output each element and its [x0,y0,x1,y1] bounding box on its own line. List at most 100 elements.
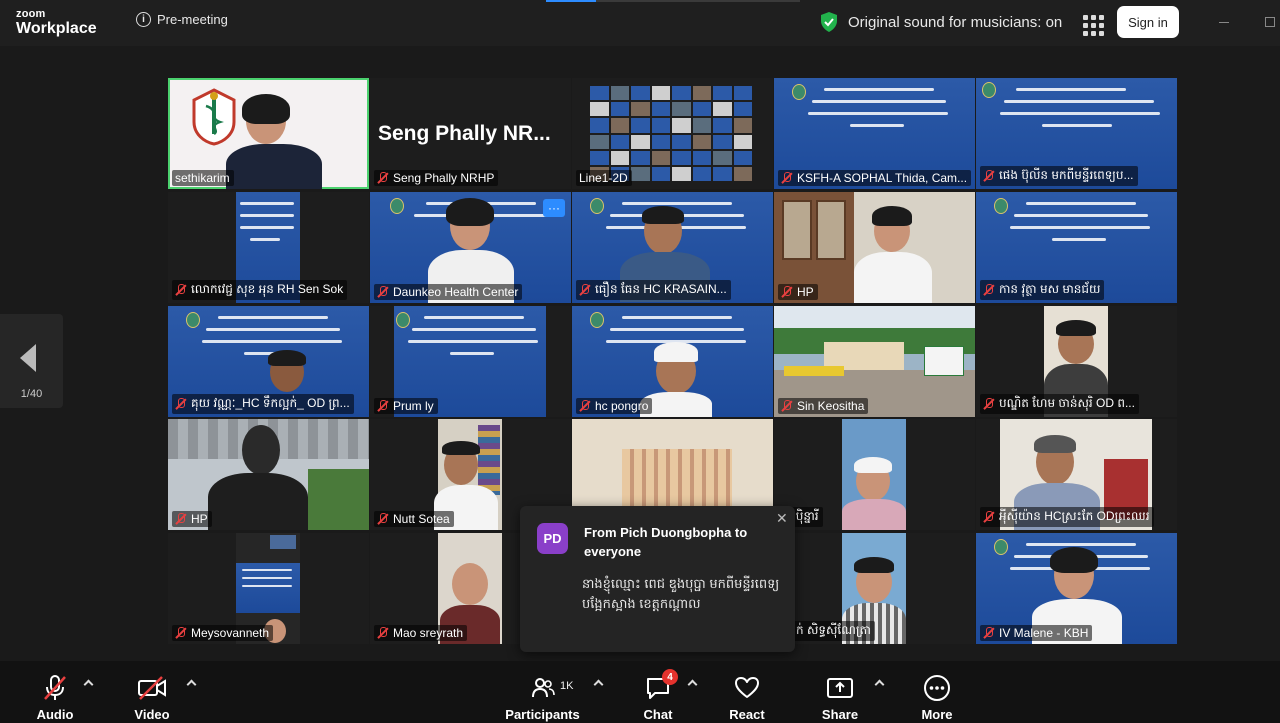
chat-notification[interactable]: PD From Pich Duongbopha to everyone នាងខ… [520,506,795,652]
muted-icon [781,400,793,412]
view-grid-icon[interactable] [1080,12,1104,36]
video-off-icon [138,676,166,700]
microphone-muted-icon [44,675,66,700]
participant-tile[interactable]: កាន វុត្ថា មស មានជ័យ [976,192,1177,303]
logo-large-text: Workplace [16,20,97,37]
share-button[interactable]: Share [820,661,860,723]
top-progress-segment [546,0,596,2]
participant-tile[interactable]: ផេង ប៊ុលីន មកពីមន្ទីរពេទ្យប... [976,78,1177,189]
more-button[interactable]: More [917,661,957,723]
original-sound-label: Original sound for musicians: on [848,13,1063,31]
participant-tile[interactable]: Seng Phally NR... Seng Phally NRHP [370,78,571,189]
muted-icon [579,284,591,296]
audio-label: Audio [36,707,74,722]
top-bar: zoom Workplace i Pre-meeting Original so… [0,0,1280,46]
participant-display-name: Seng Phally NR... [378,122,551,145]
participant-name: Meysovanneth [172,625,274,641]
muted-icon [983,284,995,296]
video-button[interactable]: Video [127,661,177,723]
chevron-left-icon [20,344,36,372]
previous-page-button[interactable]: 1/40 [0,314,63,408]
chat-options-chevron-icon[interactable] [687,679,698,690]
participant-tile[interactable]: Sin Keositha [774,306,975,417]
minimize-icon[interactable] [1219,22,1229,23]
participant-name: Prum ly [374,398,438,414]
original-sound-status[interactable]: Original sound for musicians: on [820,12,1062,32]
video-options-chevron-icon[interactable] [186,679,197,690]
muted-icon [175,627,187,639]
muted-icon [781,286,793,298]
share-options-chevron-icon[interactable] [874,679,885,690]
chat-message: នាងខ្ញុំឈ្មោះ ពេជ ឌួងបុប្ផា មកពីមន្ទីរពេ… [582,576,780,611]
participant-tile[interactable]: HP [168,419,369,530]
muted-icon [983,398,995,410]
close-icon[interactable]: ✕ [776,510,788,527]
more-dots-icon [924,675,950,701]
participant-tile[interactable]: IV Malene - KBH [976,533,1177,644]
participant-name: Daunkeo Health Center [374,284,523,300]
video-label: Video [134,707,170,722]
meeting-info[interactable]: i Pre-meeting [136,12,228,27]
participant-name: IV Malene - KBH [980,625,1093,641]
muted-icon [175,398,187,410]
sign-in-button[interactable]: Sign in [1117,6,1179,38]
participant-tile[interactable]: Line1-2D [572,78,773,189]
chat-button[interactable]: 4 Chat [638,661,678,723]
participant-name: sethikarim [172,170,234,186]
participant-name: KSFH-A SOPHAL Thida, Cam... [778,170,972,186]
participant-tile[interactable]: ធឿន ធែន HC KRASAIN... [572,192,773,303]
participant-tile[interactable]: គុយ វណ្ណៈ_HC ទឹកល្អក់_ OD ព្រ... [168,306,369,417]
more-options-button[interactable]: ··· [543,199,565,217]
participant-tile[interactable]: លោកវេជ្ជ សុខ អុន RH Sen Sok [168,192,369,303]
participant-name: ធឿន ធែន HC KRASAIN... [576,280,731,300]
participant-tile[interactable]: Meysovanneth [168,533,369,644]
participant-tile[interactable]: HP [774,192,975,303]
react-label: React [729,707,765,722]
participant-tile[interactable]: ··· Daunkeo Health Center [370,192,571,303]
chat-sender: From Pich Duongbopha to everyone [584,525,748,559]
muted-icon [175,513,187,525]
info-icon: i [136,12,151,27]
participant-name: Seng Phally NRHP [374,170,499,186]
participant-name: Line1-2D [576,170,632,186]
participants-button[interactable]: 1K Participants [505,661,580,723]
participant-tile[interactable]: sethikarim [168,78,369,189]
participant-tile[interactable]: KSFH-A SOPHAL Thida, Cam... [774,78,975,189]
chat-label: Chat [643,707,673,722]
participant-name: បណ្ឌិត ហែម ចាន់សុរិ OD ព... [980,394,1139,414]
participant-name: កាន វុត្ថា មស មានជ័យ [980,280,1105,300]
participant-name: Sin Keositha [778,398,869,414]
muted-icon [983,511,995,523]
muted-icon [781,172,793,184]
participants-options-chevron-icon[interactable] [593,679,604,690]
shield-check-icon [821,12,837,32]
participant-name: ផេង ប៊ុលីន មកពីមន្ទីរពេទ្យប... [980,166,1138,186]
audio-button[interactable]: Audio [30,661,80,723]
participant-tile[interactable]: ប្រាក់ សិទ្ធស៊ីណែត្រា [774,533,975,644]
audio-options-chevron-icon[interactable] [83,679,94,690]
react-button[interactable]: React [727,661,767,723]
participants-icon [532,678,555,698]
participant-tile[interactable]: Prum ly [370,306,571,417]
muted-icon [377,627,389,639]
muted-icon [377,286,389,298]
muted-icon [377,400,389,412]
participant-tile[interactable]: hc pongro [572,306,773,417]
page-indicator: 1/40 [20,388,43,400]
ministry-emblem-icon [192,88,236,146]
participants-label: Participants [505,707,580,722]
participant-name: លោកវេជ្ជ សុខ អុន RH Sen Sok [172,280,348,300]
heart-icon [735,677,759,698]
participant-tile[interactable]: ឬរ បុិន្នារី [774,419,975,530]
participants-count: 1K [560,680,574,692]
participant-tile[interactable]: បណ្ឌិត ហែម ចាន់សុរិ OD ព... [976,306,1177,417]
participant-name: Mao sreyrath [374,625,468,641]
muted-icon [377,513,389,525]
shared-grid-thumbnail [590,86,752,181]
share-screen-icon [827,678,853,698]
logo-small-text: zoom [16,8,46,20]
participant-tile[interactable]: អុីស៊ីយ៉ាន HCស្រះកែ ODព្រះឈរ [976,419,1177,530]
chat-unread-badge: 4 [662,669,678,685]
maximize-icon[interactable] [1265,17,1275,27]
meeting-state-label: Pre-meeting [157,12,228,27]
